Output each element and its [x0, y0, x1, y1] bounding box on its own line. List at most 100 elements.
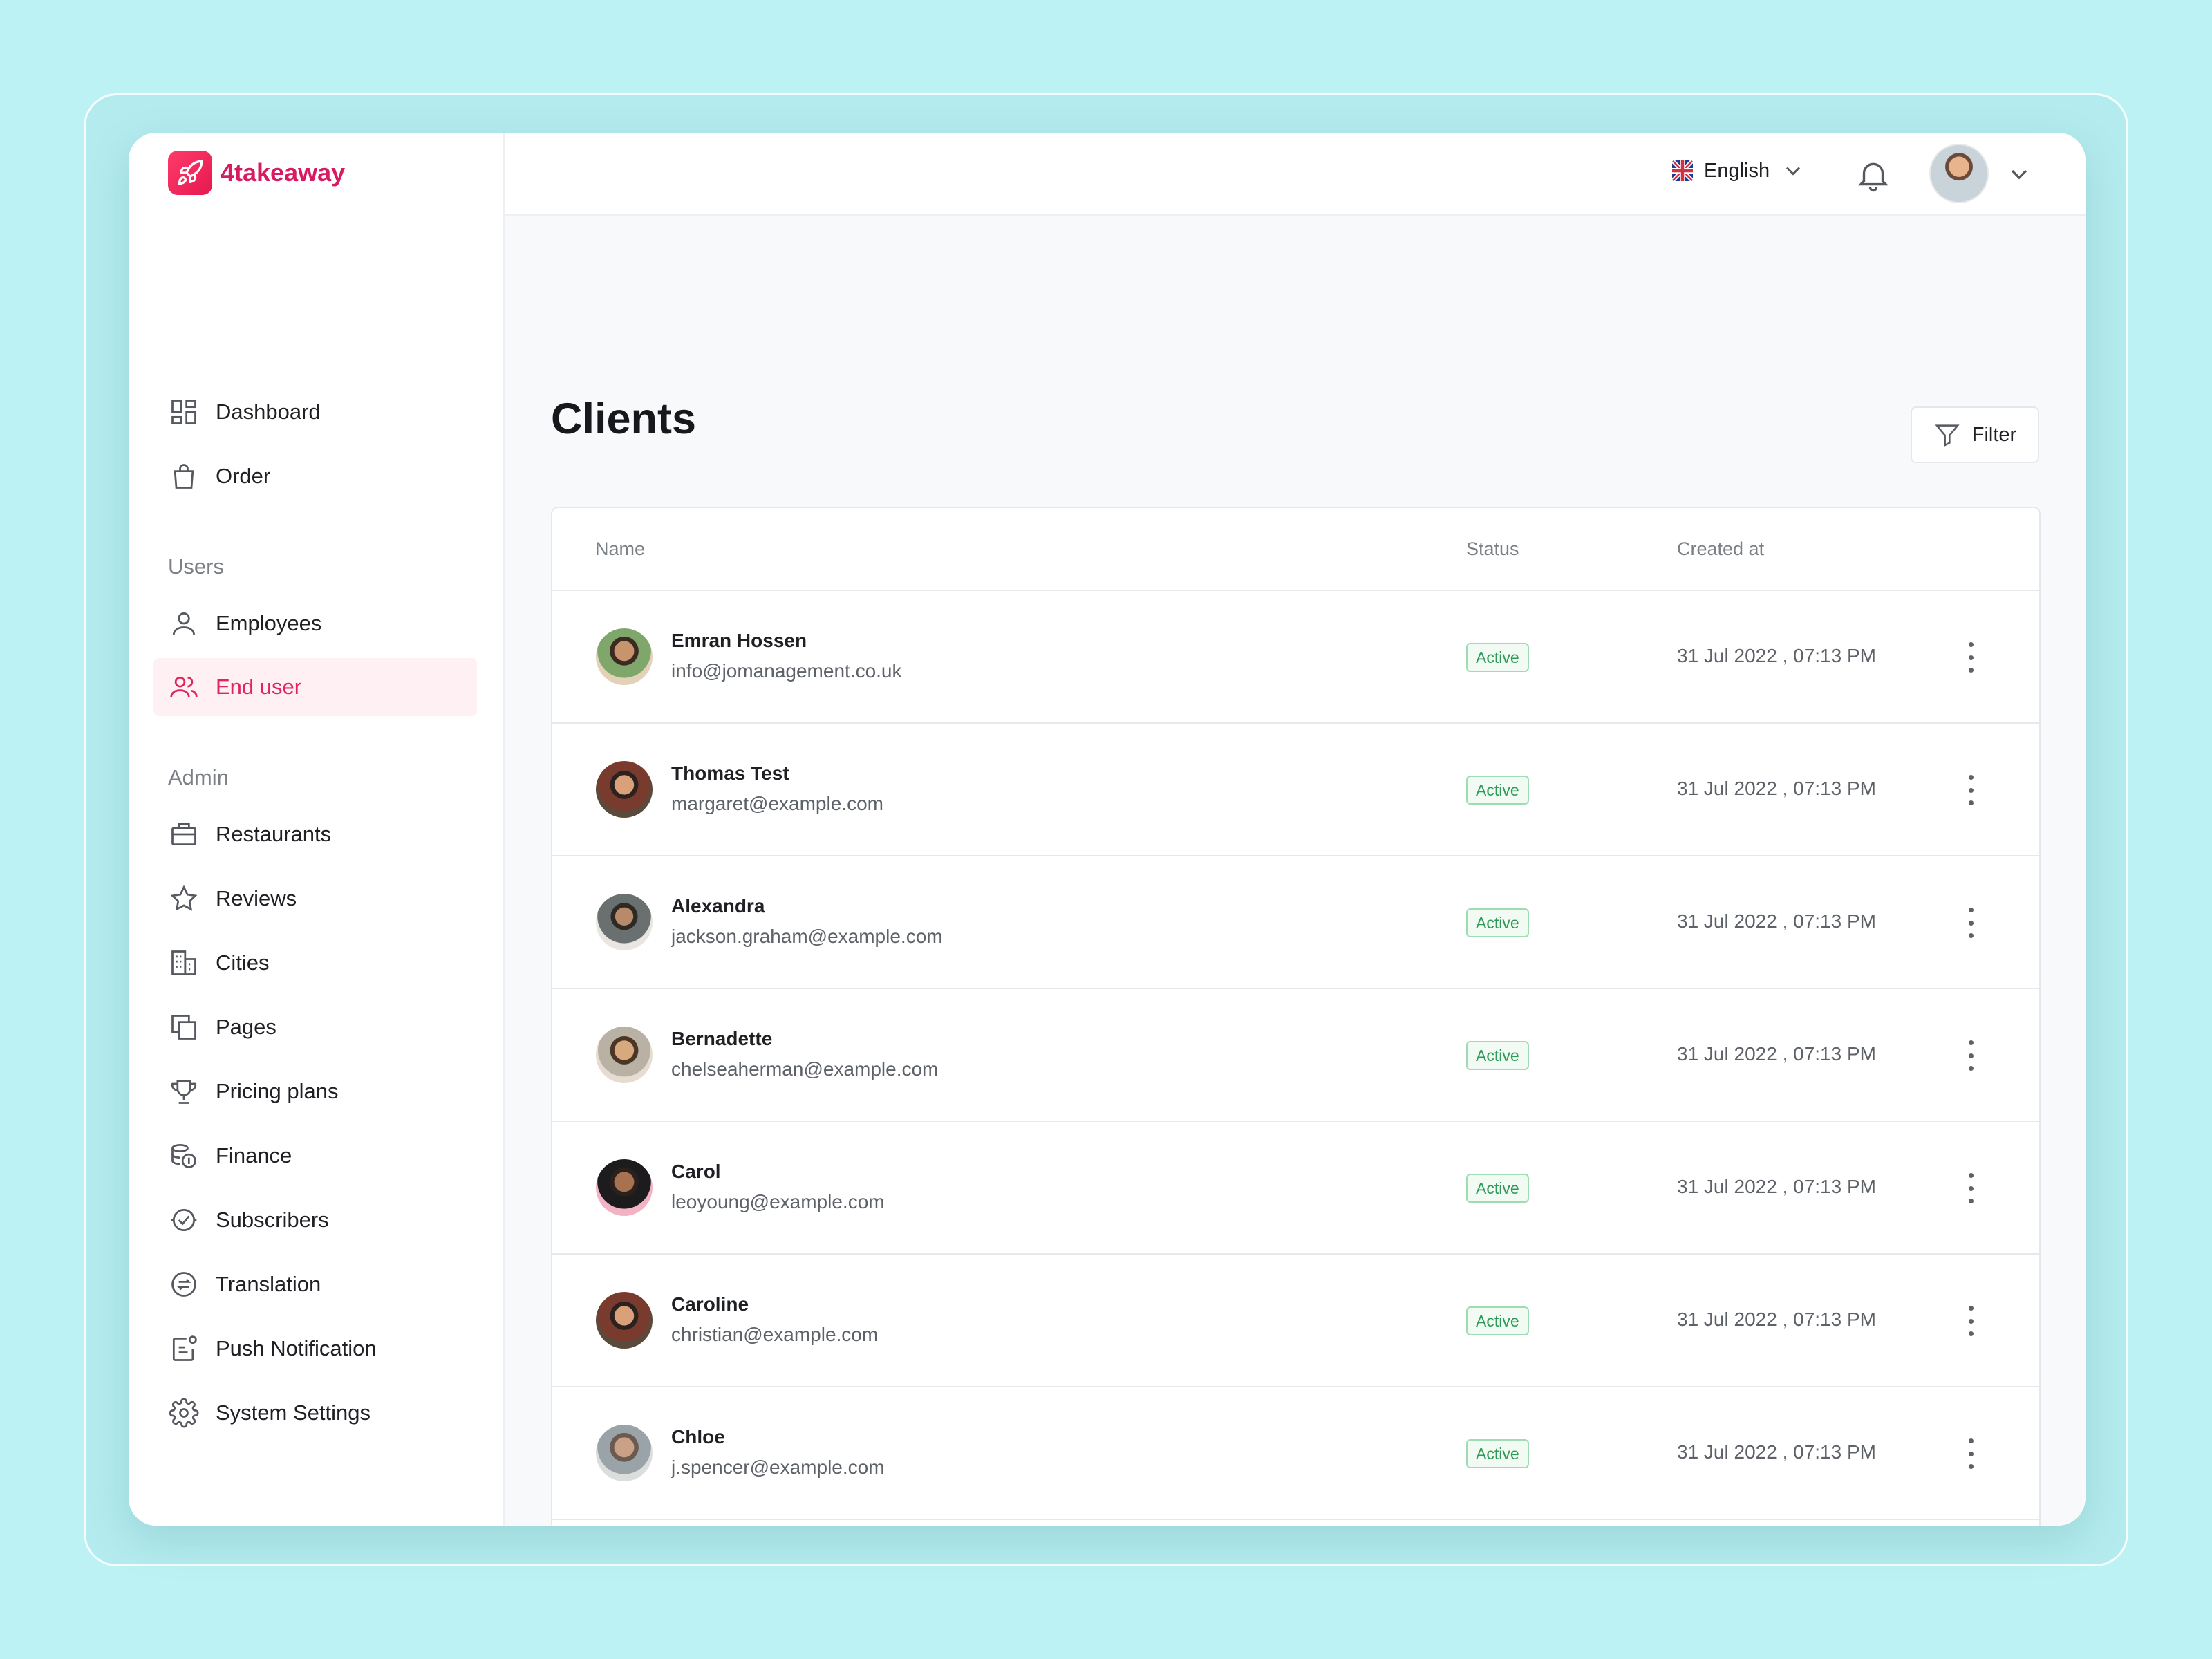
table-row[interactable]: Chloe j.spencer@example.com Active 31 Jul 2… [552, 1387, 2039, 1520]
client-name[interactable]: Thomas Test [671, 762, 789, 785]
user-avatar[interactable] [1929, 144, 1989, 203]
created-at: 31 Jul 2022 , 07:13 PM [1677, 1309, 1876, 1330]
rocket-icon [168, 151, 212, 195]
shopping-bag-icon [174, 464, 194, 489]
sidebar-item-label: Restaurants [216, 822, 332, 846]
app-window: 4takeaway Dashboard Order Users Employee… [129, 133, 2086, 1526]
sidebar-item-end-user[interactable]: End user [153, 658, 477, 716]
table-row[interactable]: Deirdrej.spencer@example.comActive31 Jul… [552, 1520, 2039, 1526]
sidebar-item-employees[interactable]: Employees [153, 594, 477, 653]
user-icon [172, 612, 196, 635]
brand-logo[interactable]: 4takeaway [168, 151, 345, 195]
clients-table: Name Status Created at Emran Hossen info@… [551, 507, 2041, 1526]
language-label: English [1704, 159, 1770, 182]
trophy-icon [171, 1080, 197, 1104]
sidebar-item-system-settings[interactable]: System Settings [153, 1384, 477, 1442]
status-badge: Active [1466, 1174, 1529, 1203]
table-row[interactable]: Caroline christian@example.com Active 31 Ju… [552, 1255, 2039, 1387]
sidebar-item-label: Subscribers [216, 1208, 329, 1232]
language-selector[interactable]: English [1672, 158, 1806, 183]
subscribers-icon [171, 1208, 197, 1232]
column-header-name[interactable]: Name [595, 538, 645, 560]
column-header-status[interactable]: Status [1466, 538, 1519, 560]
created-at: 31 Jul 2022 , 07:13 PM [1677, 910, 1876, 932]
client-email: jackson.graham@example.com [671, 926, 943, 947]
section-label-users: Users [168, 554, 224, 579]
table-row[interactable]: Alexandra jackson.graham@example.com Activ… [552, 856, 2039, 989]
sidebar-item-dashboard[interactable]: Dashboard [153, 383, 477, 441]
status-badge: Active [1466, 776, 1529, 805]
client-name[interactable]: Caroline [671, 1293, 749, 1315]
more-options-icon[interactable] [1962, 771, 1979, 809]
status-badge: Active [1466, 908, 1529, 937]
sidebar-item-translation[interactable]: Translation [153, 1255, 477, 1313]
sidebar-item-subscribers[interactable]: Subscribers [153, 1191, 477, 1249]
briefcase-icon [171, 823, 196, 846]
chevron-down-icon[interactable] [2005, 160, 2033, 188]
client-name[interactable]: Carol [671, 1161, 721, 1183]
sidebar-item-label: Pages [216, 1015, 276, 1039]
sidebar-item-label: Pricing plans [216, 1079, 339, 1103]
more-options-icon[interactable] [1962, 1169, 1979, 1208]
client-name[interactable]: Alexandra [671, 895, 765, 917]
status-badge: Active [1466, 1439, 1529, 1468]
bell-icon[interactable] [1855, 156, 1892, 194]
sidebar-item-label: Cities [216, 950, 270, 975]
section-label-admin: Admin [168, 765, 229, 789]
filter-label: Filter [1971, 423, 2017, 446]
more-options-icon[interactable] [1962, 903, 1979, 942]
gear-icon [169, 1398, 199, 1428]
sidebar-item-label: Finance [216, 1143, 292, 1168]
sidebar-item-pages[interactable]: Pages [153, 998, 477, 1056]
client-email: leoyoung@example.com [671, 1191, 885, 1212]
sidebar-item-finance[interactable]: Finance [153, 1127, 477, 1185]
top-bar: English [505, 133, 2086, 216]
sidebar: 4takeaway Dashboard Order Users Employee… [129, 133, 505, 1526]
client-avatar [596, 761, 653, 818]
status-badge: Active [1466, 1306, 1529, 1335]
sidebar-item-cities[interactable]: Cities [153, 934, 477, 992]
building-icon [171, 950, 196, 975]
sidebar-item-push-notification[interactable]: Push Notification [153, 1320, 477, 1378]
sidebar-item-label: Dashboard [216, 400, 321, 424]
sidebar-item-pricing-plans[interactable]: Pricing plans [153, 1062, 477, 1121]
users-icon [170, 676, 198, 697]
coins-icon [171, 1144, 196, 1168]
more-options-icon[interactable] [1962, 1036, 1979, 1075]
uk-flag-icon [1672, 160, 1693, 181]
sidebar-item-label: Order [216, 464, 271, 488]
client-name[interactable]: Chloe [671, 1426, 725, 1448]
sidebar-item-order[interactable]: Order [153, 447, 477, 505]
created-at: 31 Jul 2022 , 07:13 PM [1677, 1043, 1876, 1065]
chevron-down-icon [1786, 167, 1801, 176]
client-avatar [596, 1159, 653, 1216]
table-row[interactable]: Carol leoyoung@example.com Active 31 Jul 20… [552, 1122, 2039, 1255]
client-name[interactable]: Bernadette [671, 1028, 772, 1050]
star-icon [170, 885, 198, 911]
more-options-icon[interactable] [1962, 1302, 1979, 1340]
client-name[interactable]: Emran Hossen [671, 630, 807, 652]
client-email: christian@example.com [671, 1324, 879, 1345]
created-at: 31 Jul 2022 , 07:13 PM [1677, 645, 1876, 666]
dashboard-icon [171, 400, 196, 424]
status-badge: Active [1466, 1041, 1529, 1070]
table-row[interactable]: Emran Hossen info@jomanagement.co.uk Activ… [552, 591, 2039, 724]
sidebar-item-restaurants[interactable]: Restaurants [153, 805, 477, 863]
client-email: chelseaherman@example.com [671, 1058, 939, 1080]
client-avatar [596, 1027, 653, 1083]
main-content: English Clients Filter Name Status Creat… [505, 133, 2086, 1526]
status-badge: Active [1466, 643, 1529, 672]
table-row[interactable]: Thomas Test margaret@example.com Active 31 … [552, 724, 2039, 856]
notification-icon [172, 1335, 197, 1361]
sidebar-item-label: System Settings [216, 1400, 371, 1425]
column-header-created[interactable]: Created at [1677, 538, 1764, 560]
client-avatar [596, 1292, 653, 1349]
more-options-icon[interactable] [1962, 638, 1979, 677]
more-options-icon[interactable] [1962, 1434, 1979, 1473]
table-row[interactable]: Bernadette chelseaherman@example.com Activ… [552, 989, 2039, 1122]
created-at: 31 Jul 2022 , 07:13 PM [1677, 1176, 1876, 1197]
client-avatar [596, 894, 653, 950]
filter-button[interactable]: Filter [1911, 406, 2039, 463]
sidebar-item-label: End user [216, 675, 302, 699]
sidebar-item-reviews[interactable]: Reviews [153, 870, 477, 928]
